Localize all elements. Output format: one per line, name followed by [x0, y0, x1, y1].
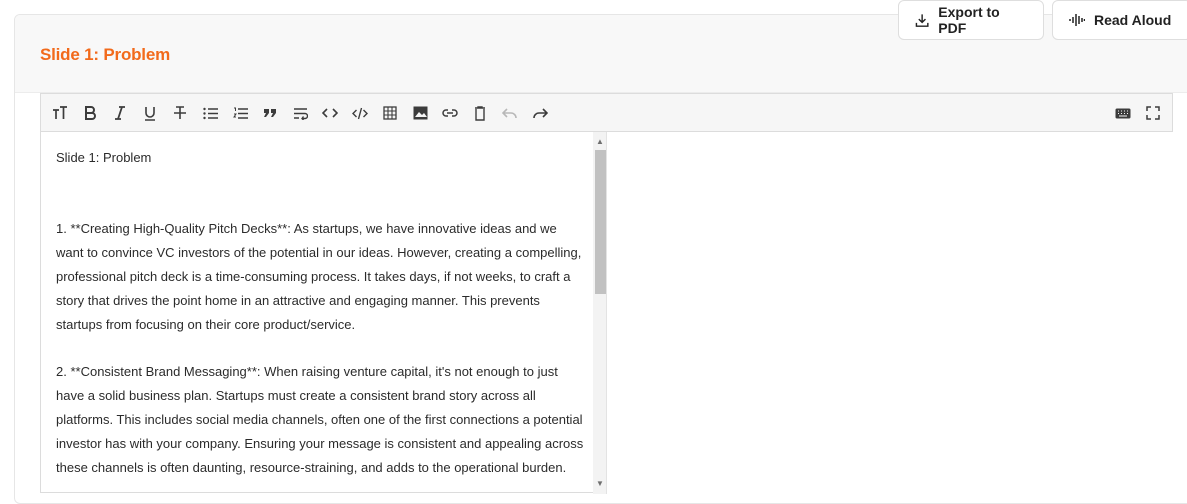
table-icon[interactable]: [379, 103, 401, 123]
fullscreen-icon[interactable]: [1142, 103, 1164, 123]
bold-icon[interactable]: [79, 103, 101, 123]
editor-scrollbar[interactable]: ▲ ▼: [593, 132, 606, 494]
content-paragraph-1: 1. **Creating High-Quality Pitch Decks**…: [56, 221, 585, 332]
markdown-input-pane[interactable]: Slide 1: Problem 1. **Creating High-Qual…: [41, 132, 607, 494]
scroll-down-arrow-icon[interactable]: ▼: [593, 476, 606, 490]
italic-icon[interactable]: [109, 103, 131, 123]
heading-icon[interactable]: [49, 103, 71, 123]
export-to-pdf-button[interactable]: Export to PDF: [898, 0, 1044, 40]
line-break-icon[interactable]: [289, 103, 311, 123]
editor-toolbar: [41, 94, 1172, 132]
audio-waveform-icon: [1069, 14, 1085, 26]
download-icon: [915, 13, 929, 27]
strikethrough-icon[interactable]: [169, 103, 191, 123]
scroll-up-arrow-icon[interactable]: ▲: [593, 134, 606, 148]
scrollbar-thumb[interactable]: [595, 150, 606, 294]
undo-icon[interactable]: [499, 103, 521, 123]
underline-icon[interactable]: [139, 103, 161, 123]
inline-code-icon[interactable]: [319, 103, 341, 123]
clear-icon[interactable]: [469, 103, 491, 123]
bullet-list-icon[interactable]: [199, 103, 221, 123]
read-aloud-button[interactable]: Read Aloud: [1052, 0, 1187, 40]
slide-card: Slide 1: Problem Slide 1: Problem 1. **C…: [14, 14, 1187, 504]
export-to-pdf-label: Export to PDF: [938, 4, 1000, 36]
read-aloud-label: Read Aloud: [1094, 12, 1172, 28]
link-icon[interactable]: [439, 103, 461, 123]
code-block-icon[interactable]: [349, 103, 371, 123]
markdown-preview-pane: [607, 132, 1173, 494]
redo-icon[interactable]: [529, 103, 551, 123]
content-paragraph-2: 2. **Consistent Brand Messaging**: When …: [56, 364, 587, 475]
slide-title: Slide 1: Problem: [40, 45, 171, 64]
quote-icon[interactable]: [259, 103, 281, 123]
content-heading-line: Slide 1: Problem: [56, 150, 152, 165]
markdown-text[interactable]: Slide 1: Problem 1. **Creating High-Qual…: [56, 146, 586, 480]
markdown-editor: Slide 1: Problem 1. **Creating High-Qual…: [40, 93, 1173, 494]
image-icon[interactable]: [409, 103, 431, 123]
numbered-list-icon[interactable]: [229, 103, 251, 123]
keyboard-icon[interactable]: [1112, 103, 1134, 123]
